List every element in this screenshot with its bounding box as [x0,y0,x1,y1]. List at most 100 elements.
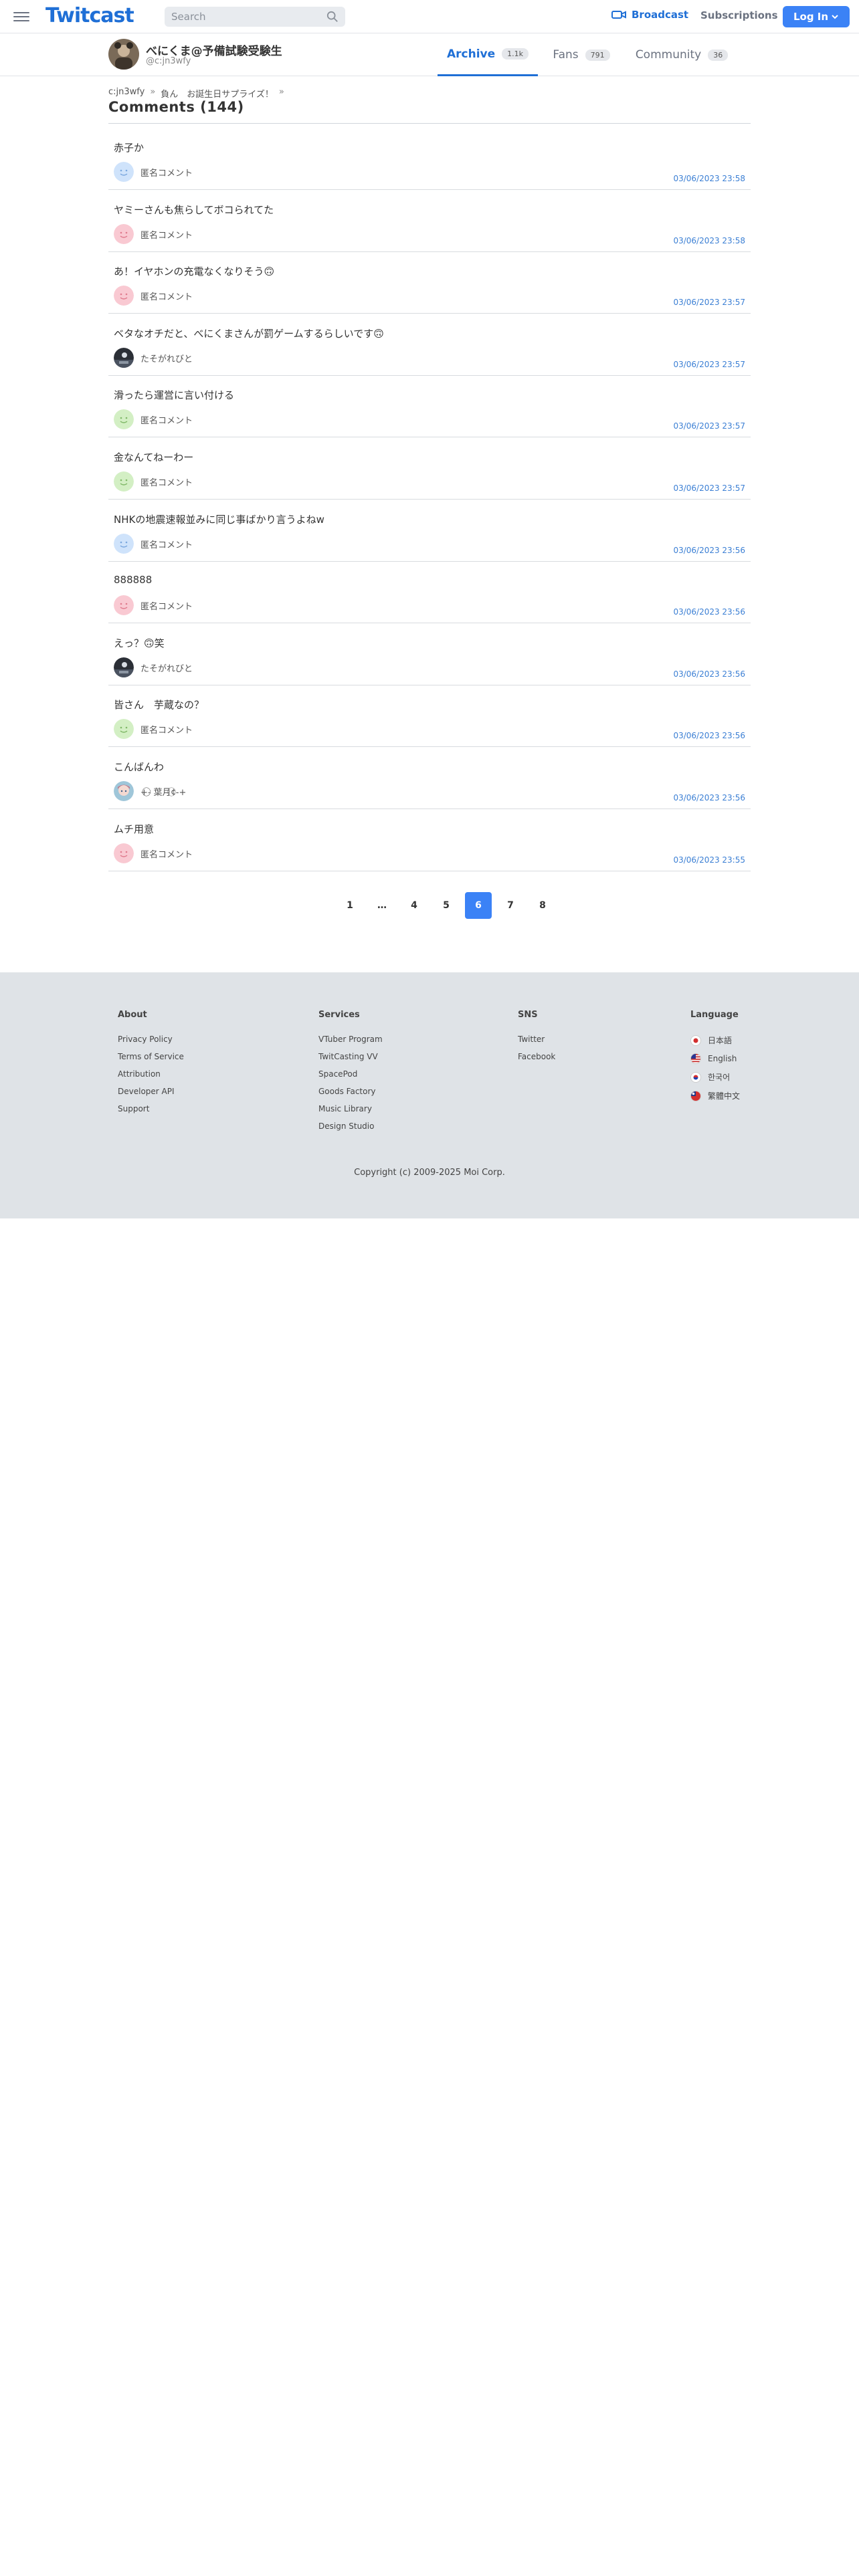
comment-text: えっ？🙃笑 [114,637,165,649]
comment-text: ヤミーさんも焦らしてボコられてた [114,203,274,216]
footer-link-support[interactable]: Support [118,1104,184,1113]
comment-text: 滑ったら運営に言い付ける [114,389,235,402]
footer-link-privacy[interactable]: Privacy Policy [118,1035,184,1044]
breadcrumb-movie[interactable]: 負ん お誕生日サプライズ！ [161,87,274,100]
language-traditional-chinese[interactable]: 繁體中文 [690,1090,740,1101]
footer-link-attribution[interactable]: Attribution [118,1069,184,1079]
comment-list: 赤子か匿名コメント 03/06/2023 23:58 ヤミーさんも焦らしてボコられて… [108,128,751,871]
copyright: Copyright (c) 2009-2025 Moi Corp. [354,1168,505,1178]
comment-timestamp[interactable]: 03/06/2023 23:56 [673,793,745,802]
search-input[interactable] [171,11,318,23]
footer-language: Language 日本語 English 한국어 繁體中文 [690,1010,740,1109]
search-icon[interactable] [326,11,339,23]
commenter-avatar[interactable] [114,533,134,554]
page-button[interactable]: 7 [497,892,524,919]
page-button[interactable]: 4 [401,892,427,919]
commenter-name[interactable]: 匿名コメント [140,228,193,241]
commenter-avatar[interactable] [114,286,134,306]
commenter-name[interactable]: たそがれびと [140,661,193,674]
commenter-avatar[interactable] [114,347,134,368]
logo[interactable]: Twitcast [45,4,134,27]
language-english[interactable]: English [690,1053,740,1064]
tab-count-badge: 1.1k [502,48,529,60]
comment-item: NHKの地震速報並みに同じ事ばかり言うよねw 匿名コメント 03/06/2023 2… [108,500,751,562]
commenter-name[interactable]: 匿名コメント [140,166,193,179]
comment-timestamp[interactable]: 03/06/2023 23:56 [673,669,745,679]
commenter-avatar[interactable] [114,595,134,616]
broadcast-label: Broadcast [632,9,689,21]
page-button[interactable]: 1 [337,892,363,919]
comment-timestamp[interactable]: 03/06/2023 23:58 [673,236,745,245]
page-button[interactable]: 6 [465,892,492,919]
pagination-ellipsis: … [377,900,387,911]
commenter-name[interactable]: +-⃝⃝ 葉月¢⃝-+ [140,785,186,798]
comment-text: あ！イヤホンの充電なくなりそう🙃 [114,265,275,278]
menu-icon[interactable] [13,9,29,23]
login-button[interactable]: Log In [783,6,850,27]
commenter-avatar[interactable] [114,223,134,244]
footer-link-terms[interactable]: Terms of Service [118,1052,184,1061]
search-box[interactable] [165,7,345,27]
footer-link-facebook[interactable]: Facebook [518,1052,555,1061]
commenter-avatar[interactable] [114,162,134,182]
footer-link-twitter[interactable]: Twitter [518,1035,555,1044]
footer-about: About Privacy Policy Terms of Service At… [118,1010,184,1121]
subscriptions-link[interactable]: Subscriptions [700,9,778,21]
comment-text: 皆さん 芋蔵なの？ [114,699,205,712]
avatar[interactable] [108,39,139,70]
comment-timestamp[interactable]: 03/06/2023 23:57 [673,484,745,493]
comment-timestamp[interactable]: 03/06/2023 23:56 [673,546,745,555]
commenter-avatar[interactable] [114,843,134,863]
footer-link-goods-factory[interactable]: Goods Factory [318,1087,383,1096]
language-japanese[interactable]: 日本語 [690,1035,740,1046]
comment-timestamp[interactable]: 03/06/2023 23:57 [673,298,745,307]
commenter-name[interactable]: 匿名コメント [140,723,193,736]
broadcast-button[interactable]: Broadcast [611,9,688,21]
comment-timestamp[interactable]: 03/06/2023 23:58 [673,174,745,183]
commenter-name[interactable]: 匿名コメント [140,847,193,860]
commenter-name[interactable]: 匿名コメント [140,538,193,550]
commenter-avatar[interactable] [114,719,134,740]
commenter-name[interactable]: 匿名コメント [140,290,193,302]
pagination: 1 … 4 5 6 7 8 [0,892,859,919]
korea-flag-icon [690,1071,701,1083]
comment-timestamp[interactable]: 03/06/2023 23:55 [673,855,745,865]
tab-community[interactable]: Community 36 [625,33,739,76]
taiwan-flag-icon [690,1090,701,1101]
commenter-name[interactable]: 匿名コメント [140,413,193,426]
tab-archive[interactable]: Archive 1.1k [438,33,538,76]
page-button[interactable]: 8 [529,892,556,919]
commenter-name[interactable]: 匿名コメント [140,475,193,488]
page-title: Comments (144) [108,99,244,115]
footer-link-music-library[interactable]: Music Library [318,1104,383,1113]
page-button[interactable]: 5 [433,892,460,919]
commenter-avatar[interactable] [114,409,134,430]
commenter-avatar[interactable] [114,657,134,677]
breadcrumb-separator: » [278,87,284,97]
footer-link-vtuber[interactable]: VTuber Program [318,1035,383,1044]
footer-link-developer-api[interactable]: Developer API [118,1087,184,1096]
comment-timestamp[interactable]: 03/06/2023 23:57 [673,421,745,431]
commenter-avatar[interactable] [114,471,134,492]
video-camera-icon [611,11,626,19]
tab-label: Fans [553,48,579,62]
footer-link-twitcasting-vv[interactable]: TwitCasting VV [318,1052,383,1061]
comment-item: 滑ったら運営に言い付ける匿名コメント 03/06/2023 23:57 [108,376,751,438]
breadcrumb-separator: » [150,87,156,97]
commenter-name[interactable]: たそがれびと [140,352,193,364]
comment-timestamp[interactable]: 03/06/2023 23:57 [673,360,745,369]
tab-label: Archive [446,47,496,61]
language-korean[interactable]: 한국어 [690,1071,740,1083]
tab-fans[interactable]: Fans 791 [538,33,625,76]
profile-id: @c:jn3wfy [146,56,191,66]
comment-item: ムチ用意 匿名コメント 03/06/2023 23:55 [108,810,751,871]
footer-link-design-studio[interactable]: Design Studio [318,1121,383,1131]
comment-timestamp[interactable]: 03/06/2023 23:56 [673,731,745,740]
breadcrumb: c:jn3wfy » 負ん お誕生日サプライズ！ » [108,87,284,100]
comment-timestamp[interactable]: 03/06/2023 23:56 [673,607,745,617]
breadcrumb-user[interactable]: c:jn3wfy [108,87,145,100]
commenter-name[interactable]: 匿名コメント [140,599,193,612]
comment-text: 赤子か [114,142,145,154]
footer-link-spacepod[interactable]: SpacePod [318,1069,383,1079]
commenter-avatar[interactable] [114,780,134,801]
